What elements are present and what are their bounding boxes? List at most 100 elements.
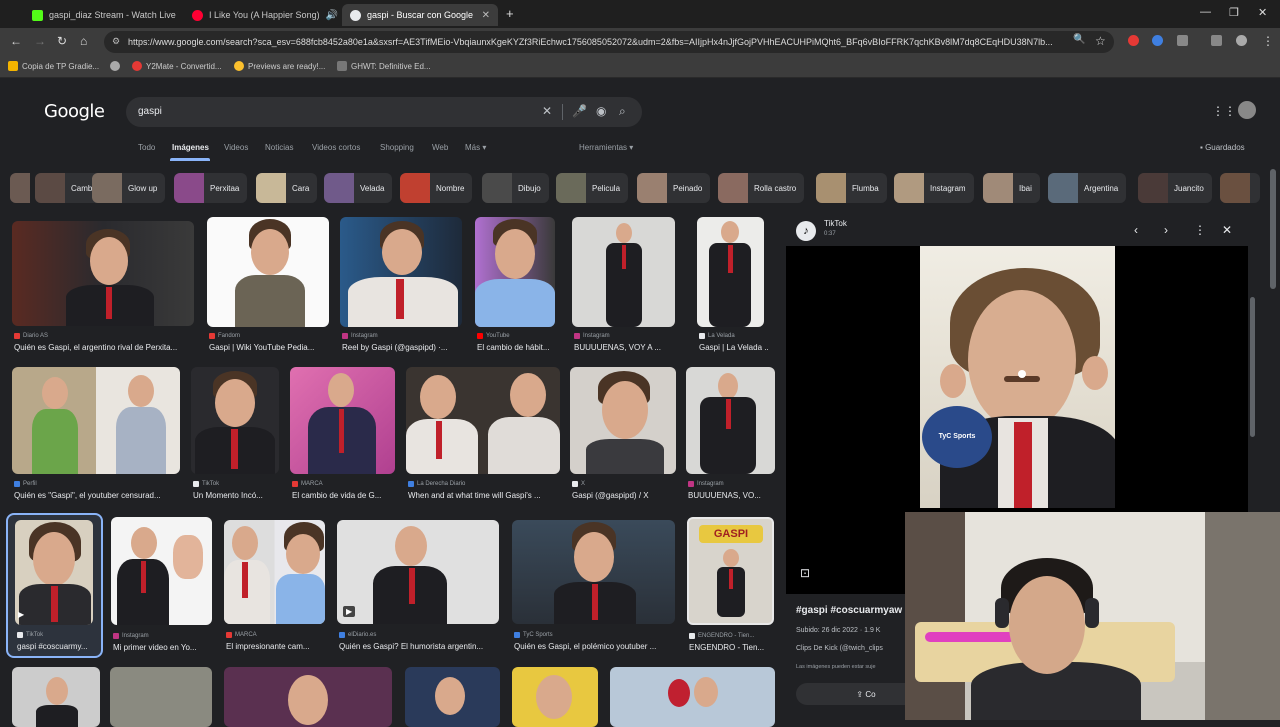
result-title[interactable]: Reel by Gaspi (@gaspipd) ·... xyxy=(342,343,466,352)
window-close-icon[interactable]: ✕ xyxy=(1258,6,1267,19)
menu-kebab-icon[interactable]: ⋮ xyxy=(1262,34,1274,48)
forward-arrow-icon[interactable]: → xyxy=(34,34,46,48)
chip[interactable] xyxy=(1220,173,1260,203)
chip[interactable]: Cara xyxy=(256,173,318,203)
chip[interactable]: Argentina xyxy=(1048,173,1127,203)
chip[interactable] xyxy=(10,173,30,203)
chip[interactable]: Nombre xyxy=(400,173,473,203)
result-title[interactable]: Quién es Gaspi, el polémico youtuber ... xyxy=(514,642,678,651)
bookmark-item[interactable]: Previews are ready!... xyxy=(234,61,325,71)
search-input[interactable]: gaspi xyxy=(138,106,162,117)
panel-scrollbar[interactable] xyxy=(1250,297,1255,437)
tab-google-search[interactable]: gaspi - Buscar con Google ✕ xyxy=(342,4,498,26)
source-label: Instagram xyxy=(351,333,378,339)
bookmark-star-icon[interactable]: ☆ xyxy=(1095,34,1106,48)
result-title[interactable]: El cambio de hábit... xyxy=(477,343,561,352)
saved-button[interactable]: ▪ Guardados xyxy=(1200,143,1245,152)
result-title[interactable]: gaspi #coscuarmy... xyxy=(17,642,99,651)
source-icon xyxy=(689,633,695,639)
chip[interactable]: Peinado xyxy=(637,173,711,203)
chip[interactable]: Velada xyxy=(324,173,393,203)
profile-avatar-icon[interactable] xyxy=(1236,35,1247,46)
tab-todo[interactable]: Todo xyxy=(138,143,155,152)
panel-source[interactable]: TikTok xyxy=(824,219,847,228)
bookmark-item[interactable]: GHWT: Definitive Ed... xyxy=(337,61,431,71)
chip[interactable]: Pelicula xyxy=(556,173,629,203)
tab-web[interactable]: Web xyxy=(432,143,448,152)
next-chevron-icon[interactable]: › xyxy=(1164,223,1168,237)
result-title[interactable]: ENGENDRO - Tien... xyxy=(689,643,779,652)
close-icon[interactable]: ✕ xyxy=(176,10,180,21)
home-icon[interactable]: ⌂ xyxy=(80,34,87,48)
tab-videos[interactable]: Videos xyxy=(224,143,248,152)
tab-videos-cortos[interactable]: Videos cortos xyxy=(312,143,360,152)
result-title[interactable]: BUUUUENAS, VO... xyxy=(688,491,778,500)
extension-record-icon[interactable] xyxy=(1128,35,1139,46)
close-panel-icon[interactable]: ✕ xyxy=(1222,223,1232,237)
bookmarks-bar: Copia de TP Gradie... Y2Mate - Convertid… xyxy=(0,56,1280,78)
extension-audio-icon[interactable] xyxy=(1152,35,1163,46)
more-options-icon[interactable]: ⋮ xyxy=(1194,223,1206,237)
zoom-search-icon[interactable]: 🔍 xyxy=(1073,34,1085,45)
site-settings-icon[interactable]: ⚙ xyxy=(112,36,120,47)
chip[interactable]: Rolla castro xyxy=(718,173,805,203)
previous-chevron-icon[interactable]: ‹ xyxy=(1134,223,1138,237)
tab-imagenes[interactable]: Imágenes xyxy=(172,143,209,152)
tab-youtube-song[interactable]: I Like You (A Happier Song) 🔊 ✕ xyxy=(184,4,340,26)
chip[interactable]: Glow up xyxy=(92,173,166,203)
source-icon xyxy=(699,333,705,339)
tab-mas[interactable]: Más ▾ xyxy=(465,143,486,152)
speaker-icon[interactable]: 🔊 xyxy=(324,10,338,21)
microphone-icon[interactable]: 🎤 xyxy=(572,104,587,118)
maximize-icon[interactable]: ❐ xyxy=(1229,6,1239,19)
result-title[interactable]: Gaspi | La Velada ... xyxy=(699,343,769,352)
address-bar[interactable]: ⚙ https://www.google.com/search?sca_esv=… xyxy=(104,31,1114,53)
panel-title[interactable]: #gaspi #coscuarmyaw xyxy=(796,605,902,616)
search-icon[interactable]: ⌕ xyxy=(619,104,626,119)
lens-camera-icon[interactable]: ◉ xyxy=(596,104,606,118)
search-box[interactable]: gaspi ✕ 🎤 ◉ ⌕ xyxy=(126,97,642,127)
result-title[interactable]: Quién es Gaspi? El humorista argentin... xyxy=(339,642,503,651)
lens-search-icon[interactable]: ⊡ xyxy=(800,566,810,580)
chip[interactable]: Flumba xyxy=(816,173,887,203)
close-icon[interactable]: ✕ xyxy=(476,10,490,21)
tab-shopping[interactable]: Shopping xyxy=(380,143,414,152)
chip[interactable]: Perxitaa xyxy=(174,173,248,203)
result-title[interactable]: When and at what time will Gaspi's ... xyxy=(408,491,564,500)
back-arrow-icon[interactable]: ← xyxy=(10,34,22,48)
tab-kick-stream[interactable]: gaspi_diaz Stream - Watch Live ✕ xyxy=(24,4,180,26)
face xyxy=(602,381,648,439)
new-tab-plus-icon[interactable]: + xyxy=(506,6,514,21)
result-title[interactable]: Quién es Gaspi, el argentino rival de Pe… xyxy=(14,343,196,352)
chip[interactable]: Dibujo xyxy=(482,173,549,203)
result-title[interactable]: Mi primer video en Yo... xyxy=(113,643,217,652)
result-title[interactable]: Gaspi | Wiki YouTube Pedia... xyxy=(209,343,333,352)
chip[interactable]: Instagram xyxy=(894,173,974,203)
chip[interactable]: Ibai xyxy=(983,173,1040,203)
chip-thumbnail xyxy=(400,173,430,203)
bookmark-item[interactable]: Y2Mate - Convertid... xyxy=(132,61,222,71)
uploader-name[interactable]: Clips De Kick (@twich_clips xyxy=(796,645,883,652)
tools-button[interactable]: Herramientas ▾ xyxy=(579,143,633,152)
result-title[interactable]: Quién es "Gaspi", el youtuber censurad..… xyxy=(14,491,184,500)
google-logo[interactable]: Google xyxy=(44,101,105,122)
extensions-puzzle-icon[interactable] xyxy=(1177,35,1188,46)
page-scrollbar[interactable] xyxy=(1270,169,1276,289)
tab-noticias[interactable]: Noticias xyxy=(265,143,293,152)
saved-label: Guardados xyxy=(1205,143,1245,152)
result-title[interactable]: El impresionante cam... xyxy=(226,642,330,651)
reload-icon[interactable]: ↻ xyxy=(57,34,67,48)
face xyxy=(723,549,739,567)
result-title[interactable]: El cambio de vida de G... xyxy=(292,491,400,500)
media-control-icon[interactable] xyxy=(1211,35,1222,46)
clear-icon[interactable]: ✕ xyxy=(542,104,552,118)
account-avatar[interactable] xyxy=(1238,101,1256,119)
chip[interactable]: Juancito xyxy=(1138,173,1212,203)
related-chips-row: Cambio Glow up Perxitaa Cara Velada Nomb… xyxy=(10,173,1260,207)
bookmark-item[interactable]: Copia de TP Gradie... xyxy=(8,61,99,71)
result-title[interactable]: Gaspi (@gaspipd) / X xyxy=(572,491,680,500)
result-title[interactable]: Un Momento Incó... xyxy=(193,491,283,500)
result-title[interactable]: BUUUUENAS, VOY A ... xyxy=(574,343,680,352)
minimize-icon[interactable]: — xyxy=(1200,6,1211,18)
bookmark-item[interactable] xyxy=(110,61,124,71)
